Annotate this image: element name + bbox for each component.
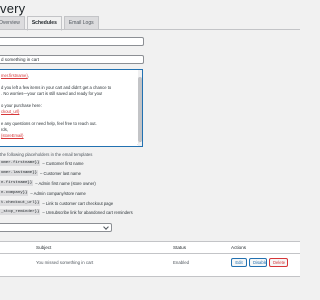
schedule-name-input[interactable] [0, 37, 144, 46]
placeholder-desc: – Customer first name [42, 160, 84, 166]
placeholder-code: _stop_reminder}} [0, 209, 41, 215]
placeholder-code: t.checkout_url}} [0, 200, 41, 206]
email-body-editor[interactable]: mer.firstname}, d you left a few items i… [0, 69, 143, 147]
email-subject-input[interactable]: d something in cart [0, 55, 144, 64]
chevron-down-icon [103, 224, 109, 230]
row-subject: You missed something in cart [36, 260, 94, 265]
resize-grip-icon[interactable]: ⋰ [137, 141, 141, 145]
placeholder-desc: – Unsubscribe link for abandoned cart re… [42, 209, 133, 215]
placeholder-item: t.checkout_url}} – Link to customer cart… [0, 200, 113, 206]
placeholder-code: n.company}} [0, 190, 29, 196]
placeholder-item: _stop_reminder}} – Unsubscribe link for … [0, 209, 133, 215]
placeholder-code: n.firstname}} [0, 180, 34, 186]
tab-divider [0, 29, 300, 30]
editor-line: e any questions or need help, feel free … [1, 121, 97, 126]
edit-button[interactable]: Edit [231, 258, 247, 267]
placeholder-desc: – Customer last name [40, 170, 81, 176]
placeholder-item: n.company}} – Admin company/store name [0, 190, 86, 196]
table-header: Subject Status Actions [0, 242, 300, 254]
placeholder-item: omer.firstname}} – Customer first name [0, 160, 84, 166]
column-header-status: Status [173, 245, 187, 250]
editor-line: d you left a few items in your cart and … [1, 85, 112, 90]
editor-line: rds, [1, 127, 8, 132]
column-header-subject: Subject [36, 245, 52, 250]
tab-bar: Overview Schedules Email Logs [0, 16, 101, 31]
row-status: Enabled [173, 260, 190, 265]
tab-email-logs[interactable]: Email Logs [63, 16, 99, 30]
editor-line: . No worries—your cart is still saved an… [1, 91, 103, 96]
placeholder-code: omer.lastname}} [0, 170, 39, 176]
placeholder-desc: – Link to customer cart checkout page [42, 200, 114, 206]
placeholder-item: omer.lastname}} – Customer last name [0, 170, 81, 176]
tab-overview[interactable]: Overview [0, 16, 25, 30]
delete-button[interactable]: Delete [269, 258, 288, 267]
editor-line: o your purchase here: [1, 103, 42, 108]
placeholder-code: omer.firstname}} [0, 160, 41, 166]
disable-button[interactable]: Disable [249, 258, 267, 267]
placeholder-item: n.firstname}} – Admin first name (store … [0, 180, 96, 186]
editor-scroll-thumb[interactable] [138, 77, 142, 142]
page-title: very [0, 1, 26, 16]
editor-line: mer.firstname}, [1, 73, 29, 78]
schedules-table: Subject Status Actions You missed someth… [0, 241, 300, 277]
column-header-actions: Actions [231, 245, 247, 250]
placeholders-help-text: the following placeholders in the email … [0, 152, 93, 157]
placeholder-desc: – Admin first name (store owner) [35, 180, 96, 186]
template-select[interactable] [0, 223, 112, 232]
placeholder-desc: – Admin company/store name [30, 190, 86, 196]
editor-line: {storeEmail} [1, 133, 24, 138]
editor-line: ckout_url} [1, 109, 20, 114]
